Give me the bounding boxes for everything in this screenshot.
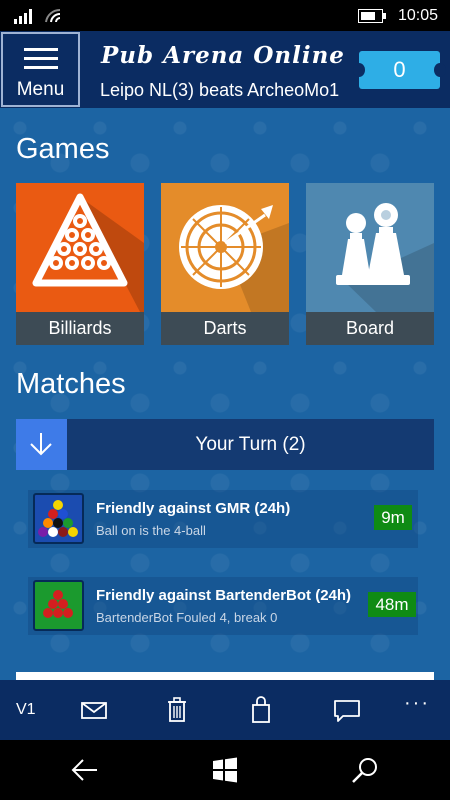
match-title: Friendly against GMR (24h) [96,500,291,517]
trash-icon [168,697,186,722]
system-nav-bar [0,740,450,800]
tile-label: Darts [161,312,289,345]
shopping-bag-icon [252,696,270,723]
mail-icon [81,702,107,719]
delete-button[interactable] [161,694,193,726]
your-turn-group[interactable]: Your Turn (2) [16,419,434,470]
next-section-edge [16,672,434,680]
chat-icon [334,700,360,722]
billiards-art [16,183,144,312]
billiard-rack-icon [32,193,144,312]
game-tile-darts[interactable]: Darts [161,183,289,345]
back-arrow-icon [71,759,97,781]
pool-rack-icon [33,493,84,544]
start-button[interactable] [211,756,241,784]
windows-logo-icon [213,757,237,783]
menu-button[interactable]: Menu [1,32,80,107]
menu-label: Menu [16,79,65,100]
clock: 10:05 [398,7,439,24]
search-button[interactable] [350,756,380,784]
app-bar: V1 ··· [0,680,450,740]
status-bar: 10:05 [0,0,450,31]
time-left-badge: 48m [368,592,416,617]
chess-pawns-icon [336,203,434,312]
matches-heading: Matches [16,368,126,400]
tile-label: Board [306,312,434,345]
arrow-down-icon [30,433,52,456]
match-item[interactable]: Friendly against GMR (24h) Ball on is th… [28,490,418,548]
game-tile-billiards[interactable]: Billiards [16,183,144,345]
match-subtitle: BartenderBot Fouled 4, break 0 [96,610,278,625]
search-icon [352,758,377,783]
wifi-icon [45,8,61,23]
darts-art [161,183,289,312]
hamburger-icon [24,48,58,70]
app-title: Pub Arena Online [101,42,345,69]
mail-button[interactable] [78,694,110,726]
coin-ticket-badge[interactable]: 0 [353,51,446,89]
match-title: Friendly against BartenderBot (24h) [96,587,352,604]
tile-label: Billiards [16,312,144,345]
back-button[interactable] [70,756,100,784]
battery-icon [358,9,386,23]
chat-button[interactable] [331,694,363,726]
snooker-rack-icon [33,580,84,631]
match-item[interactable]: Friendly against BartenderBot (24h) Bart… [28,577,418,635]
board-art [306,183,434,312]
collapse-toggle[interactable] [16,419,67,470]
more-icon[interactable]: ··· [404,692,430,715]
signal-icon [14,9,32,24]
match-subtitle: Ball on is the 4-ball [96,523,206,538]
shop-button[interactable] [245,694,277,726]
dartboard-icon [179,205,289,312]
coin-count: 0 [393,57,406,82]
news-ticker: Leipo NL(3) beats ArcheoMo1 [100,80,340,100]
group-label: Your Turn (2) [195,434,306,455]
version-label: V1 [16,701,36,718]
app-header: Menu Pub Arena Online Leipo NL(3) beats … [0,31,450,108]
game-tile-board[interactable]: Board [306,183,434,345]
main-content[interactable]: Games Billiards Darts Board Matches Your… [0,108,450,680]
games-heading: Games [16,133,110,165]
time-left-badge: 9m [374,505,412,530]
